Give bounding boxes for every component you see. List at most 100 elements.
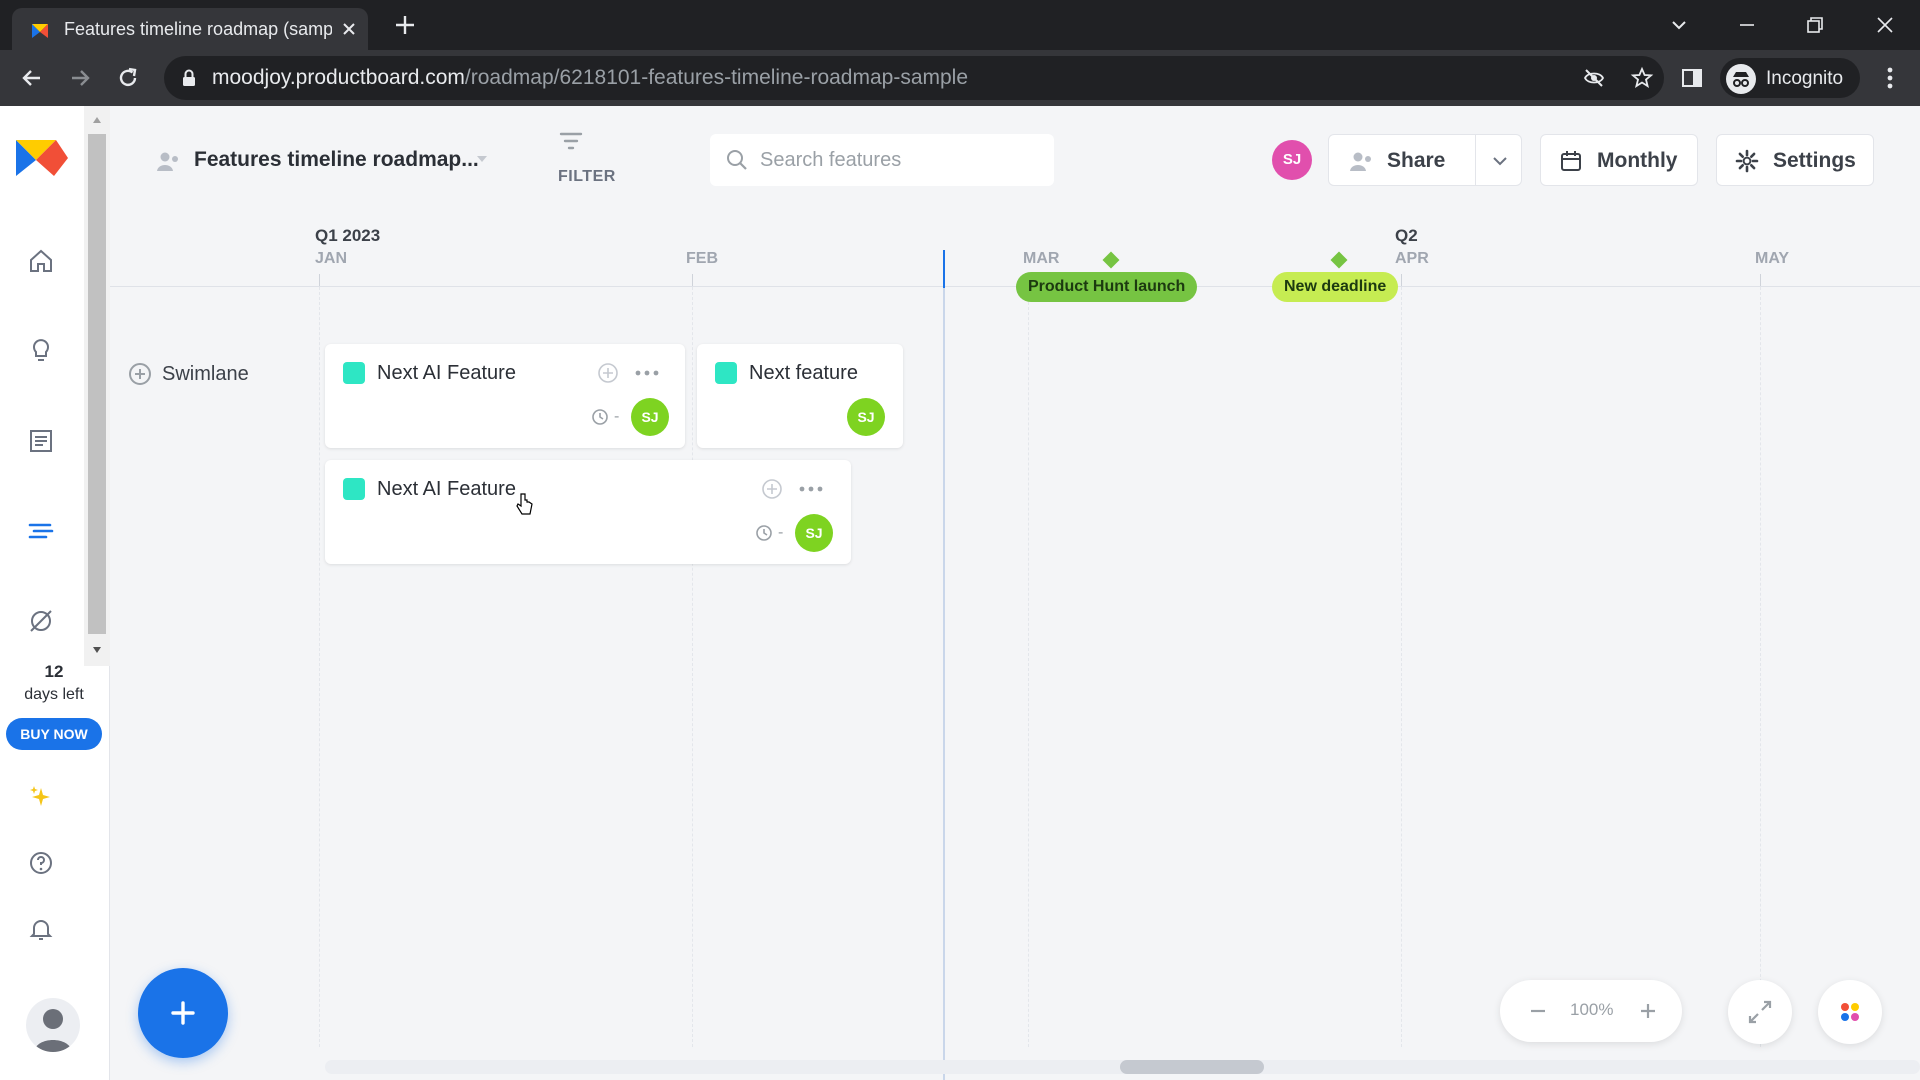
milestone-diamond-icon[interactable] xyxy=(1102,251,1120,269)
sparkle-icon[interactable] xyxy=(26,782,56,812)
gridline xyxy=(319,287,320,1047)
zoom-out-icon[interactable] xyxy=(1526,999,1550,1023)
help-icon[interactable] xyxy=(26,848,56,878)
share-button[interactable]: Share xyxy=(1329,135,1469,185)
filter-icon xyxy=(559,132,583,150)
trial-days-count: 12 xyxy=(44,662,64,681)
user-avatar[interactable] xyxy=(26,998,80,1052)
forward-icon[interactable] xyxy=(66,64,94,92)
calendar-icon xyxy=(1561,151,1581,171)
portal-icon[interactable] xyxy=(26,606,56,636)
zoom-in-icon[interactable] xyxy=(1636,999,1660,1023)
feature-card[interactable]: Next feature SJ xyxy=(697,344,903,448)
month-label: MAR xyxy=(1023,250,1060,267)
add-circle-icon xyxy=(129,363,151,385)
team-icon xyxy=(157,152,178,171)
card-date: - xyxy=(614,408,620,425)
new-tab-icon[interactable] xyxy=(392,12,418,38)
close-tab-icon[interactable] xyxy=(338,18,360,40)
buy-now-button[interactable]: BUY NOW xyxy=(6,718,102,750)
more-options-icon[interactable] xyxy=(797,482,825,496)
search-icon xyxy=(727,150,747,170)
back-icon[interactable] xyxy=(18,64,46,92)
filter-label: FILTER xyxy=(558,168,616,185)
minimize-icon[interactable] xyxy=(1732,10,1762,40)
card-date: - xyxy=(778,524,784,541)
user-avatar-sj[interactable]: SJ xyxy=(1272,140,1312,180)
milestone-diamond-icon[interactable] xyxy=(1330,251,1348,269)
browser-tab[interactable]: Features timeline roadmap (samp xyxy=(12,8,368,50)
zoom-controls: 100% xyxy=(1500,980,1682,1042)
owner-avatar[interactable]: SJ xyxy=(847,398,885,436)
card-title: Next AI Feature xyxy=(377,362,516,384)
feature-card[interactable]: Next AI Feature - SJ xyxy=(325,460,851,564)
add-circle-icon[interactable] xyxy=(761,478,783,500)
expand-icon xyxy=(1748,1000,1772,1024)
more-options-icon[interactable] xyxy=(633,366,661,380)
url-domain: moodjoy.productboard.com xyxy=(212,66,465,89)
today-line xyxy=(943,250,945,1080)
fullscreen-button[interactable] xyxy=(1728,980,1792,1044)
swimlane-label: Swimlane xyxy=(162,363,249,385)
settings-label: Settings xyxy=(1773,149,1856,172)
incognito-badge[interactable]: Incognito xyxy=(1720,58,1860,98)
milestone-new-deadline[interactable]: New deadline xyxy=(1272,272,1399,302)
gridline xyxy=(1028,287,1029,1047)
timeline-scroll-thumb[interactable] xyxy=(1120,1060,1264,1074)
clock-icon xyxy=(592,409,608,425)
lock-icon xyxy=(183,69,195,86)
bookmark-star-icon[interactable] xyxy=(1630,66,1654,90)
scroll-down-icon[interactable] xyxy=(92,646,102,654)
add-circle-icon[interactable] xyxy=(597,362,619,384)
trial-days-label: days left xyxy=(24,686,84,703)
scroll-up-icon[interactable] xyxy=(92,116,102,124)
quarter-label: Q1 2023 xyxy=(315,226,381,245)
feature-card[interactable]: Next AI Feature - SJ xyxy=(325,344,685,448)
owner-avatar[interactable]: SJ xyxy=(631,398,669,436)
month-label: APR xyxy=(1395,250,1429,267)
apps-grid-icon xyxy=(1841,1003,1859,1021)
gridline xyxy=(1401,287,1402,1047)
incognito-label: Incognito xyxy=(1766,68,1844,89)
sidebar-scroll-thumb[interactable] xyxy=(88,134,106,634)
roadmap-icon[interactable] xyxy=(26,516,56,546)
reload-icon[interactable] xyxy=(114,64,142,92)
browser-tab-bar: Features timeline roadmap (samp xyxy=(0,0,1920,50)
milestone-product-hunt-launch[interactable]: Product Hunt launch xyxy=(1016,272,1198,302)
quarter-label: Q2 xyxy=(1395,226,1418,245)
side-panel-icon[interactable] xyxy=(1678,64,1706,92)
today-marker xyxy=(943,250,945,288)
timeframe-label: Monthly xyxy=(1597,149,1678,172)
features-board-icon[interactable] xyxy=(26,426,56,456)
share-label: Share xyxy=(1387,149,1446,172)
timeframe-monthly-button[interactable]: Monthly xyxy=(1540,134,1698,186)
tab-title: Features timeline roadmap (samp xyxy=(64,19,332,39)
settings-button[interactable]: Settings xyxy=(1716,134,1874,186)
share-options-dropdown[interactable] xyxy=(1475,135,1523,185)
restore-icon[interactable] xyxy=(1800,10,1830,40)
address-bar: moodjoy.productboard.com/roadmap/6218101… xyxy=(0,50,1920,106)
sidebar-scrollbar[interactable] xyxy=(84,106,110,666)
insights-bulb-icon[interactable] xyxy=(26,336,56,366)
owner-avatar[interactable]: SJ xyxy=(795,514,833,552)
clock-icon xyxy=(756,525,772,541)
zoom-level: 100% xyxy=(1570,1000,1614,1019)
timeline-horizontal-scrollbar[interactable] xyxy=(325,1060,1920,1074)
status-swatch xyxy=(343,478,365,500)
apps-button[interactable] xyxy=(1818,980,1882,1044)
eye-off-icon[interactable] xyxy=(1582,66,1606,90)
url-text: moodjoy.productboard.com/roadmap/6218101… xyxy=(212,66,968,90)
tab-search-icon[interactable] xyxy=(1664,10,1694,40)
app-sidebar: 12 days left BUY NOW xyxy=(0,106,110,1080)
close-window-icon[interactable] xyxy=(1870,10,1900,40)
gear-icon xyxy=(1735,149,1759,173)
omnibox[interactable]: moodjoy.productboard.com/roadmap/6218101… xyxy=(164,56,1664,100)
productboard-logo[interactable] xyxy=(14,136,70,180)
search-features[interactable] xyxy=(710,134,1054,186)
browser-menu-icon[interactable] xyxy=(1878,64,1902,92)
search-input[interactable] xyxy=(760,134,1040,186)
notifications-bell-icon[interactable] xyxy=(26,914,56,944)
home-icon[interactable] xyxy=(26,246,56,276)
share-button-group: Share xyxy=(1328,134,1522,186)
add-feature-button[interactable] xyxy=(138,968,228,1058)
